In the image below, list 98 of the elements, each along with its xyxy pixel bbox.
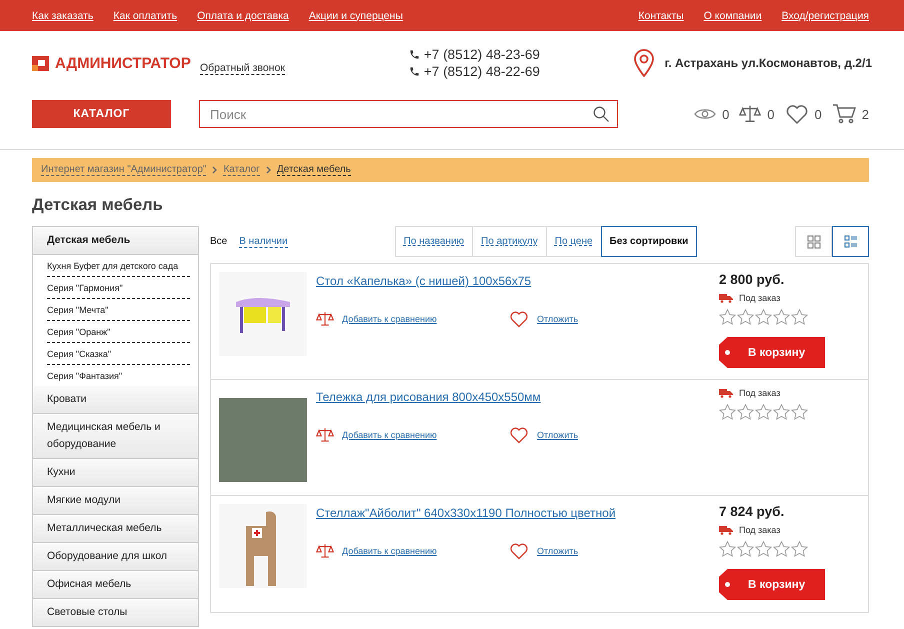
star-icon <box>773 404 790 420</box>
star-icon <box>719 309 736 325</box>
star-icon <box>773 309 790 325</box>
search-field[interactable]: Поиск <box>199 100 618 128</box>
eye-icon <box>694 107 716 121</box>
filter-link[interactable]: Все <box>210 236 228 247</box>
breadcrumb-link[interactable]: Интернет магазин "Администратор" <box>41 164 206 176</box>
heart-icon <box>509 541 529 561</box>
filter-link[interactable]: В наличии <box>239 236 288 248</box>
phone-icon <box>408 49 420 60</box>
truck-icon <box>719 388 733 398</box>
category-item[interactable]: Мягкие модули <box>33 487 198 515</box>
top-nav-link[interactable]: Как оплатить <box>113 10 178 22</box>
compare-link[interactable]: Добавить к сравнению <box>342 314 437 324</box>
product-title-link[interactable]: Тележка для рисования 800х450х550мм <box>316 390 541 404</box>
top-nav-link[interactable]: Оплата и доставка <box>197 10 289 22</box>
subcategory-item[interactable]: Серия "Оранж" <box>47 321 190 343</box>
scales-icon <box>739 103 762 125</box>
top-nav-link[interactable]: О компании <box>704 10 762 22</box>
grid-view-button[interactable] <box>795 226 832 257</box>
availability-status: Под заказ <box>739 525 780 535</box>
cart-icon <box>832 103 856 125</box>
truck-icon <box>719 525 733 535</box>
counter-value: 2 <box>862 106 869 122</box>
star-icon <box>719 404 736 420</box>
search-icon <box>592 105 610 123</box>
top-nav-link[interactable]: Как заказать <box>32 10 94 22</box>
sort-tab[interactable]: По названию <box>394 226 474 257</box>
favorite-link[interactable]: Отложить <box>537 430 578 440</box>
star-icon <box>791 541 808 557</box>
product-price: 2 800 руб. <box>719 272 786 287</box>
category-item[interactable]: Кухни <box>33 459 198 487</box>
star-icon <box>737 404 754 420</box>
heart-icon <box>509 425 529 445</box>
product-price: 7 824 руб. <box>719 504 786 519</box>
subcategory-item[interactable]: Кухня Буфет для детского сада <box>47 255 190 277</box>
compare-link[interactable]: Добавить к сравнению <box>342 546 437 556</box>
star-icon <box>755 541 772 557</box>
availability-status: Под заказ <box>739 388 780 398</box>
list-icon <box>844 234 858 248</box>
add-to-cart-button[interactable]: В корзину <box>719 569 825 600</box>
breadcrumb-link[interactable]: Каталог <box>223 164 260 176</box>
phone-number: +7 (8512) 48-23-69 <box>408 47 540 62</box>
top-nav-link[interactable]: Акции и суперцены <box>308 10 403 22</box>
store-address: г. Астрахань ул.Космонавтов, д.2/1 <box>664 56 872 70</box>
sort-tab[interactable]: По цене <box>546 226 602 257</box>
counter-value: 0 <box>767 106 775 122</box>
heart-icon <box>784 102 809 126</box>
phone-icon <box>408 66 420 77</box>
phone-number: +7 (8512) 48-22-69 <box>408 64 540 79</box>
top-nav-link[interactable]: Контакты <box>638 10 684 22</box>
truck-icon <box>719 293 733 303</box>
product-title-link[interactable]: Стол «Капелька» (с нишей) 100х56х75 <box>316 274 532 288</box>
star-icon <box>755 309 772 325</box>
favorite-link[interactable]: Отложить <box>537 546 578 556</box>
category-item[interactable]: Кровати <box>33 386 198 414</box>
breadcrumb-link[interactable]: Детская мебель <box>276 164 351 176</box>
product-title-link[interactable]: Стеллаж"Айболит" 640х330х1190 Полностью цветной <box>316 506 616 520</box>
sort-tab[interactable]: Без сортировки <box>600 226 698 257</box>
category-item[interactable]: Оборудование для школ <box>33 543 198 571</box>
category-item[interactable]: Офисная мебель <box>33 571 198 599</box>
star-icon <box>737 309 754 325</box>
subcategory-item[interactable]: Серия "Мечта" <box>47 299 190 321</box>
page-title: Детская мебель <box>32 196 164 215</box>
chevron-right-icon <box>212 166 218 174</box>
scales-icon <box>316 310 334 328</box>
sort-tab[interactable]: По артикулу <box>472 226 547 257</box>
top-nav-link[interactable]: Вход/регистрация <box>782 10 869 22</box>
star-icon <box>791 404 808 420</box>
category-item[interactable]: Световые столы <box>33 599 198 627</box>
subcategory-item[interactable]: Серия "Фантазия" <box>47 365 190 386</box>
logo-mark-icon <box>32 56 49 70</box>
category-item[interactable]: Металлическая мебель <box>33 515 198 543</box>
star-icon <box>719 541 736 557</box>
chevron-right-icon <box>266 166 271 174</box>
grid-icon <box>806 234 820 248</box>
category-item[interactable]: Медицинская мебель и оборудование <box>33 414 198 459</box>
favorite-link[interactable]: Отложить <box>537 314 578 324</box>
logo[interactable]: АДМИНИСТРАТОР <box>32 54 200 72</box>
callback-link[interactable]: Обратный звонок <box>200 62 285 74</box>
counter-value: 0 <box>722 106 730 122</box>
catalog-button[interactable]: КАТАЛОГ <box>32 100 171 128</box>
compare-link[interactable]: Добавить к сравнению <box>342 430 437 440</box>
scales-icon <box>316 426 334 444</box>
star-icon <box>755 404 772 420</box>
category-item[interactable]: Детская мебель <box>33 227 198 255</box>
star-icon <box>773 541 790 557</box>
star-icon <box>737 541 754 557</box>
heart-icon <box>509 309 529 329</box>
add-to-cart-button[interactable]: В корзину <box>719 337 825 368</box>
list-view-button[interactable] <box>832 226 869 257</box>
subcategory-item[interactable]: Серия "Сказка" <box>47 343 190 365</box>
scales-icon <box>316 542 334 560</box>
subcategory-item[interactable]: Серия "Гармония" <box>47 277 190 299</box>
star-icon <box>791 309 808 325</box>
location-pin-icon <box>632 49 655 77</box>
availability-status: Под заказ <box>739 293 780 303</box>
counter-value: 0 <box>814 106 822 122</box>
